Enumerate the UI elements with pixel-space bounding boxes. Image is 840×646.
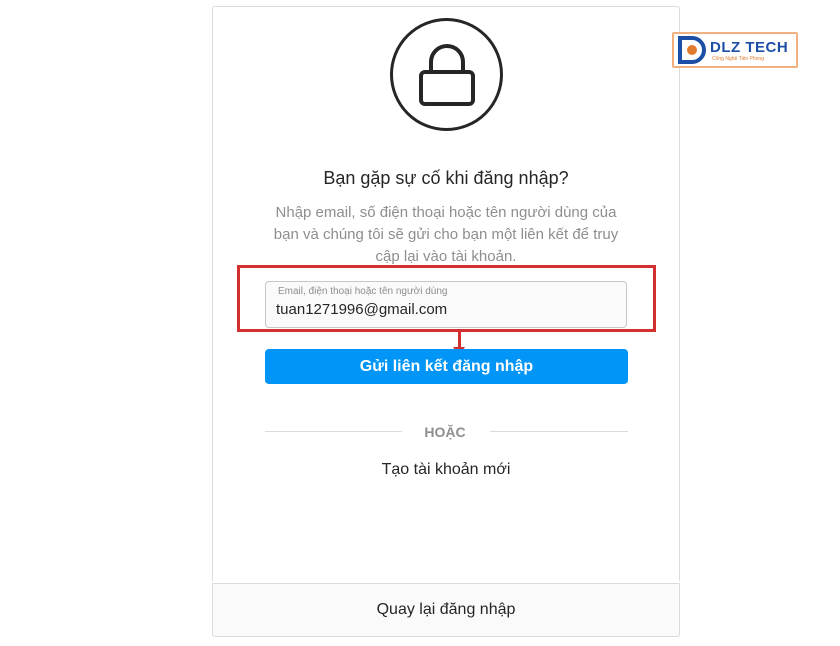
dialog-description: Nhập email, số điện thoại hoặc tên người… bbox=[273, 204, 619, 265]
back-to-login-label: Quay lại đăng nhập bbox=[376, 601, 516, 618]
logo-mark-icon bbox=[678, 36, 706, 64]
highlight-annotation bbox=[237, 265, 656, 332]
send-login-link-button[interactable]: Gửi liên kết đăng nhập bbox=[265, 349, 628, 384]
divider-line-left bbox=[265, 431, 402, 432]
dlz-tech-logo: DLZ TECH Công Nghệ Tiên Phong bbox=[672, 32, 798, 68]
divider-or: HOẶC bbox=[424, 424, 466, 440]
dialog-title: Bạn gặp sự cố khi đăng nhập? bbox=[323, 168, 569, 188]
create-account-link[interactable]: Tạo tài khoản mới bbox=[212, 461, 680, 479]
logo-tagline: Công Nghệ Tiên Phong bbox=[712, 56, 764, 62]
lock-icon bbox=[390, 18, 503, 131]
back-to-login-button[interactable]: Quay lại đăng nhập bbox=[212, 583, 680, 637]
logo-name: DLZ TECH bbox=[710, 39, 789, 56]
divider-line-right bbox=[490, 431, 628, 432]
